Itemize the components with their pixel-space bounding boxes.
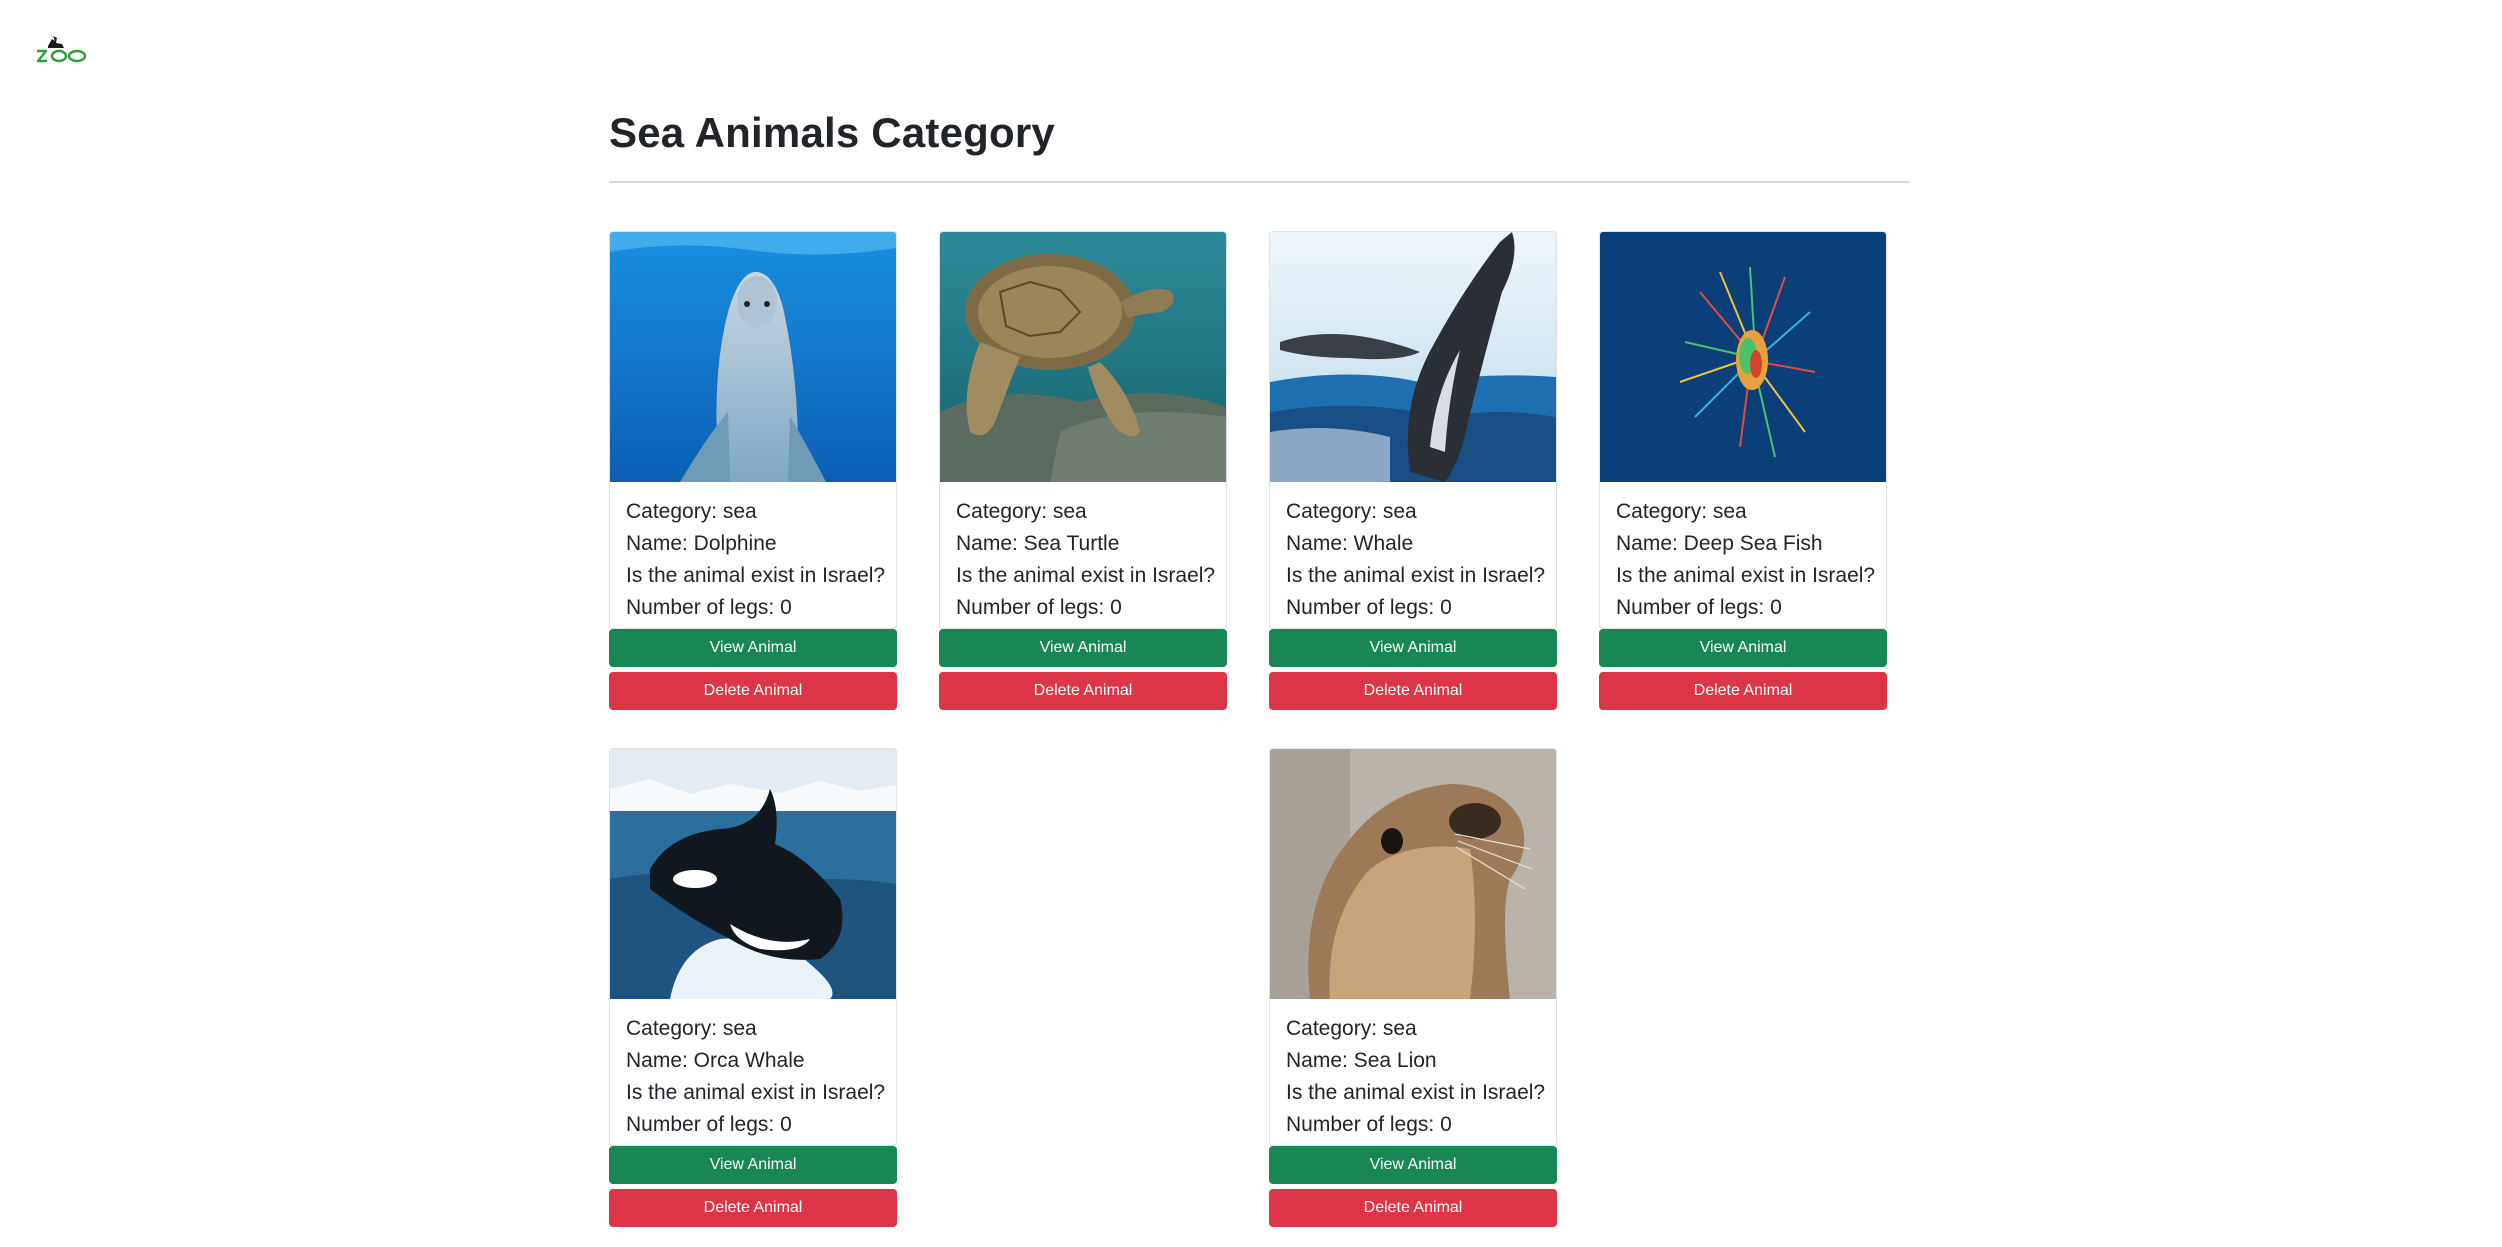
animal-name: Name: Dolphine bbox=[626, 532, 777, 555]
animal-card-info: Category: sea Name: Sea Lion Is the anim… bbox=[1270, 999, 1556, 1145]
animal-card-body: Category: sea Name: Deep Sea Fish Is the… bbox=[1599, 231, 1887, 629]
animal-category: Category: sea bbox=[1286, 1017, 1417, 1040]
animal-card: Category: sea Name: Dolphine Is the anim… bbox=[609, 231, 897, 710]
animal-card-info: Category: sea Name: Dolphine Is the anim… bbox=[610, 482, 896, 628]
animal-name: Name: Whale bbox=[1286, 532, 1414, 555]
animal-israel-question: Is the animal exist in Israel? bbox=[626, 564, 886, 587]
animal-israel-question: Is the animal exist in Israel? bbox=[1286, 1081, 1546, 1104]
animal-category: Category: sea bbox=[956, 500, 1087, 523]
animal-israel-question: Is the animal exist in Israel? bbox=[626, 1081, 886, 1104]
animal-card: Category: sea Name: Deep Sea Fish Is the… bbox=[1599, 231, 1887, 710]
delete-animal-button[interactable]: Delete Animal bbox=[939, 672, 1227, 710]
page-header: Sea Animals Category bbox=[609, 108, 1909, 158]
title-divider bbox=[609, 181, 1909, 183]
animal-card-body: Category: sea Name: Orca Whale Is the an… bbox=[609, 748, 897, 1146]
view-animal-button[interactable]: View Animal bbox=[1269, 629, 1557, 667]
view-animal-button[interactable]: View Animal bbox=[939, 629, 1227, 667]
animal-card: Category: sea Name: Sea Turtle Is the an… bbox=[939, 231, 1227, 710]
animal-legs: Number of legs: 0 bbox=[626, 596, 792, 619]
delete-animal-button[interactable]: Delete Animal bbox=[609, 1189, 897, 1227]
animal-card-info: Category: sea Name: Sea Turtle Is the an… bbox=[940, 482, 1226, 628]
orca-image bbox=[610, 749, 896, 999]
animal-card: Category: sea Name: Whale Is the animal … bbox=[1269, 231, 1557, 710]
animal-category: Category: sea bbox=[626, 500, 757, 523]
view-animal-button[interactable]: View Animal bbox=[1269, 1146, 1557, 1184]
delete-animal-button[interactable]: Delete Animal bbox=[1269, 1189, 1557, 1227]
animal-card-info: Category: sea Name: Whale Is the animal … bbox=[1270, 482, 1556, 628]
animal-category: Category: sea bbox=[626, 1017, 757, 1040]
delete-animal-button[interactable]: Delete Animal bbox=[1599, 672, 1887, 710]
delete-animal-button[interactable]: Delete Animal bbox=[1269, 672, 1557, 710]
zoo-logo[interactable] bbox=[34, 30, 90, 66]
page: Sea Animals Category Category: sea Name:… bbox=[0, 0, 2502, 1247]
animal-category: Category: sea bbox=[1286, 500, 1417, 523]
animal-card-body: Category: sea Name: Sea Lion Is the anim… bbox=[1269, 748, 1557, 1146]
animal-name: Name: Orca Whale bbox=[626, 1049, 805, 1072]
animal-legs: Number of legs: 0 bbox=[626, 1113, 792, 1136]
view-animal-button[interactable]: View Animal bbox=[609, 629, 897, 667]
deep-sea-fish-image bbox=[1600, 232, 1886, 482]
animal-legs: Number of legs: 0 bbox=[1286, 596, 1452, 619]
animal-name: Name: Sea Turtle bbox=[956, 532, 1120, 555]
animal-israel-question: Is the animal exist in Israel? bbox=[1286, 564, 1546, 587]
animal-legs: Number of legs: 0 bbox=[1286, 1113, 1452, 1136]
animal-category: Category: sea bbox=[1616, 500, 1747, 523]
animal-card-body: Category: sea Name: Dolphine Is the anim… bbox=[609, 231, 897, 629]
animal-israel-question: Is the animal exist in Israel? bbox=[956, 564, 1216, 587]
dolphin-image bbox=[610, 232, 896, 482]
animal-card-info: Category: sea Name: Orca Whale Is the an… bbox=[610, 999, 896, 1145]
animal-card-body: Category: sea Name: Sea Turtle Is the an… bbox=[939, 231, 1227, 629]
animal-name: Name: Deep Sea Fish bbox=[1616, 532, 1823, 555]
animal-legs: Number of legs: 0 bbox=[1616, 596, 1782, 619]
animal-card: Category: sea Name: Orca Whale Is the an… bbox=[609, 748, 897, 1227]
delete-animal-button[interactable]: Delete Animal bbox=[609, 672, 897, 710]
page-title: Sea Animals Category bbox=[609, 109, 1055, 156]
view-animal-button[interactable]: View Animal bbox=[1599, 629, 1887, 667]
zoo-logo-icon bbox=[36, 36, 87, 63]
sea-lion-image bbox=[1270, 749, 1556, 999]
animal-card-body: Category: sea Name: Whale Is the animal … bbox=[1269, 231, 1557, 629]
view-animal-button[interactable]: View Animal bbox=[609, 1146, 897, 1184]
animal-name: Name: Sea Lion bbox=[1286, 1049, 1437, 1072]
whale-image bbox=[1270, 232, 1556, 482]
animal-card-info: Category: sea Name: Deep Sea Fish Is the… bbox=[1600, 482, 1886, 628]
animal-legs: Number of legs: 0 bbox=[956, 596, 1122, 619]
animal-card: Category: sea Name: Sea Lion Is the anim… bbox=[1269, 748, 1557, 1227]
sea-turtle-image bbox=[940, 232, 1226, 482]
animal-israel-question: Is the animal exist in Israel? bbox=[1616, 564, 1876, 587]
